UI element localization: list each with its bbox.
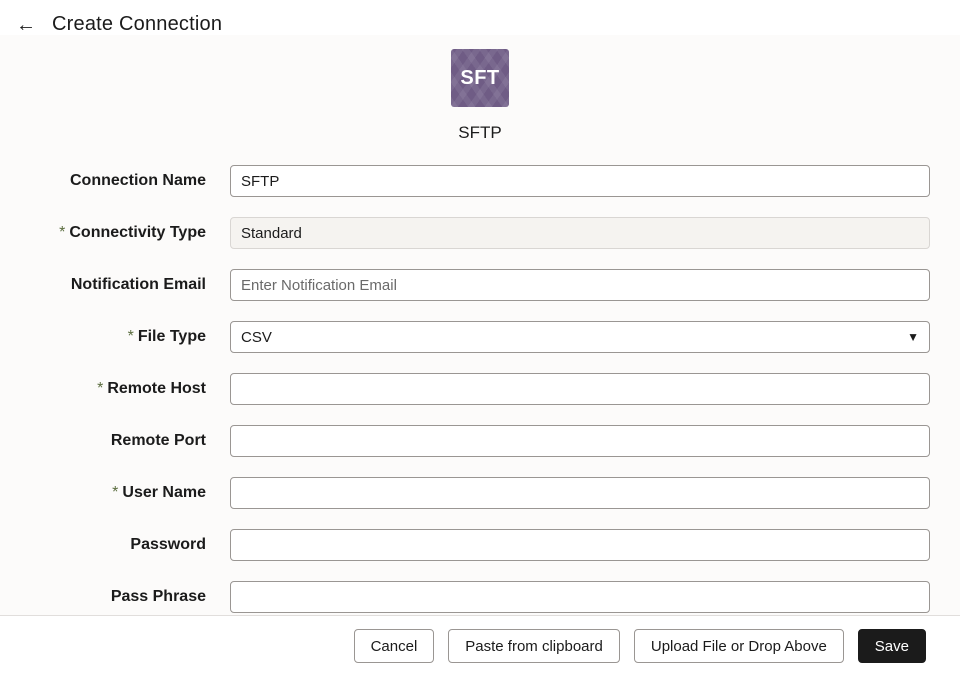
label-text: Notification Email	[71, 276, 206, 293]
required-marker: *	[128, 328, 134, 345]
connector-tile-text: SFT	[460, 67, 499, 90]
connector-title: SFTP	[458, 123, 501, 143]
upload-file-button[interactable]: Upload File or Drop Above	[634, 629, 844, 663]
label-pass-phrase: Pass Phrase	[30, 588, 230, 606]
label-text: Connectivity Type	[69, 224, 206, 241]
row-remote-host: *Remote Host	[30, 373, 930, 405]
connectivity-type-field: Standard	[230, 217, 930, 249]
password-input[interactable]	[230, 529, 930, 561]
chevron-down-icon: ▼	[907, 330, 919, 344]
label-file-type: *File Type	[30, 328, 230, 346]
label-notification-email: Notification Email	[30, 276, 230, 294]
row-user-name: *User Name	[30, 477, 930, 509]
label-password: Password	[30, 536, 230, 554]
row-file-type: *File Type CSV ▼	[30, 321, 930, 353]
label-connection-name: Connection Name	[30, 172, 230, 190]
page-title: Create Connection	[52, 13, 222, 36]
label-text: Password	[130, 536, 206, 553]
connector-tile-icon: SFT	[451, 49, 509, 107]
notification-email-input[interactable]	[230, 269, 930, 301]
label-connectivity-type: *Connectivity Type	[30, 224, 230, 242]
row-connectivity-type: *Connectivity Type Standard	[30, 217, 930, 249]
pass-phrase-input[interactable]	[230, 581, 930, 613]
label-remote-port: Remote Port	[30, 432, 230, 450]
connector-hero: SFT SFTP	[0, 35, 960, 161]
label-text: Remote Host	[107, 380, 206, 397]
required-marker: *	[97, 380, 103, 397]
back-arrow-icon[interactable]: ←	[16, 15, 36, 35]
cancel-button[interactable]: Cancel	[354, 629, 435, 663]
label-text: User Name	[122, 484, 206, 501]
remote-host-input[interactable]	[230, 373, 930, 405]
label-text: Remote Port	[111, 432, 206, 449]
label-user-name: *User Name	[30, 484, 230, 502]
remote-port-input[interactable]	[230, 425, 930, 457]
row-notification-email: Notification Email	[30, 269, 930, 301]
required-marker: *	[59, 224, 65, 241]
footer-bar: Cancel Paste from clipboard Upload File …	[0, 615, 960, 676]
connection-form: Connection Name *Connectivity Type Stand…	[0, 161, 960, 615]
form-scroll-region[interactable]: SFT SFTP Connection Name *Connectivity T…	[0, 35, 960, 615]
row-pass-phrase: Pass Phrase	[30, 581, 930, 613]
label-remote-host: *Remote Host	[30, 380, 230, 398]
file-type-select[interactable]: CSV ▼	[230, 321, 930, 353]
row-connection-name: Connection Name	[30, 165, 930, 197]
save-button[interactable]: Save	[858, 629, 926, 663]
row-password: Password	[30, 529, 930, 561]
connection-name-input[interactable]	[230, 165, 930, 197]
label-text: File Type	[138, 328, 206, 345]
label-text: Connection Name	[70, 172, 206, 189]
label-text: Pass Phrase	[111, 588, 206, 605]
required-marker: *	[112, 484, 118, 501]
file-type-value: CSV	[241, 329, 272, 346]
row-remote-port: Remote Port	[30, 425, 930, 457]
paste-from-clipboard-button[interactable]: Paste from clipboard	[448, 629, 620, 663]
user-name-input[interactable]	[230, 477, 930, 509]
